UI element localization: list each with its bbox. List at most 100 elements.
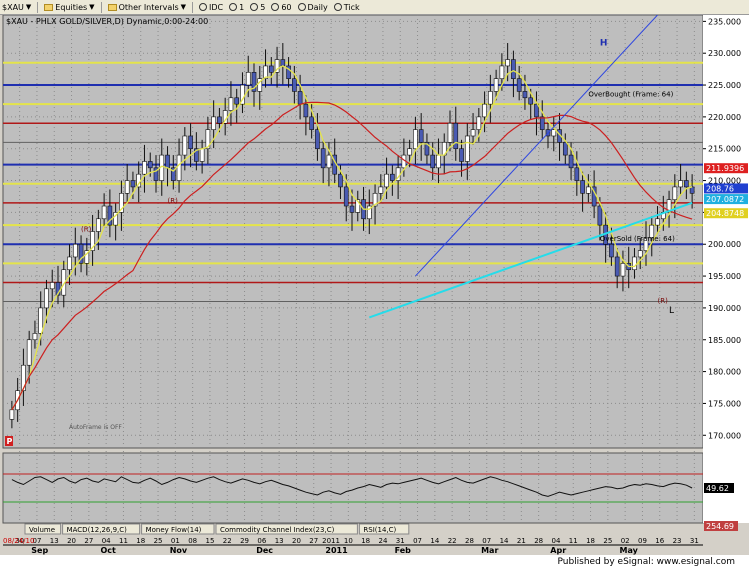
candle-body xyxy=(597,205,603,226)
x-tick-label: 28 xyxy=(534,537,543,545)
x-tick-label: 22 xyxy=(448,537,457,545)
p-marker: P xyxy=(7,437,13,446)
candle-body xyxy=(684,180,689,188)
symbol-selector[interactable]: $XAU ▼ xyxy=(2,3,31,12)
candle-body xyxy=(436,154,441,169)
candle-body xyxy=(280,59,286,67)
candle-body xyxy=(476,116,482,130)
x-tick-label: 15 xyxy=(205,537,214,545)
candle-body xyxy=(315,129,320,150)
candle-body xyxy=(343,186,349,207)
candle-body xyxy=(101,205,107,220)
symbol-label: $XAU xyxy=(2,2,24,12)
candle-body xyxy=(268,65,274,73)
x-tick-label: 22 xyxy=(223,537,232,545)
candle-body xyxy=(407,148,412,156)
x-tick-label: 11 xyxy=(569,537,578,545)
interval-5-button[interactable]: 5 xyxy=(250,3,265,12)
candle-body xyxy=(182,135,188,156)
y-tick-label: 190.000 xyxy=(708,304,741,313)
r-marker: (R) xyxy=(658,297,669,305)
x-tick-label: 21 xyxy=(517,537,526,545)
candle-body xyxy=(637,250,643,258)
clock-icon xyxy=(250,3,259,11)
candle-body xyxy=(447,122,453,143)
x-tick-label: 07 xyxy=(413,537,422,545)
clock-icon xyxy=(199,3,208,11)
candle-body xyxy=(309,116,314,130)
clock-icon xyxy=(229,3,238,11)
x-tick-label: 27 xyxy=(84,537,93,545)
x-tick-label: 18 xyxy=(136,537,145,545)
divider xyxy=(37,1,39,13)
candle-body xyxy=(349,205,355,213)
high-marker: H xyxy=(600,39,608,49)
interval-daily-button[interactable]: Daily xyxy=(297,2,328,12)
candle-body xyxy=(430,154,436,169)
clock-icon xyxy=(333,3,342,11)
first-date-label: 08/24/10 xyxy=(3,537,34,545)
candle-body xyxy=(488,91,493,105)
candle-body xyxy=(413,129,418,150)
candle-body xyxy=(482,103,487,118)
candle-body xyxy=(609,243,614,258)
x-tick-label: 13 xyxy=(275,537,284,545)
candle-body xyxy=(234,97,240,105)
y-tick-label: 180.000 xyxy=(708,368,741,377)
x-tick-label: 04 xyxy=(102,537,111,545)
candle-body xyxy=(32,333,38,341)
candle-body xyxy=(562,142,568,156)
candle-body xyxy=(9,409,15,420)
price-panel xyxy=(2,15,704,449)
candle-body xyxy=(124,180,130,194)
price-label: 207.0872 xyxy=(706,195,744,204)
candle-body xyxy=(568,154,574,169)
month-label: Oct xyxy=(101,546,117,555)
r-marker: (R) xyxy=(81,226,92,234)
x-tick-label: 06 xyxy=(257,537,266,545)
toolbar: $XAU ▼ Equities ▼ Other Intervals ▼ IDC … xyxy=(0,0,749,15)
rsi-price-label: 254.69 xyxy=(706,522,734,531)
x-tick-label: 24 xyxy=(378,537,387,545)
month-label: Sep xyxy=(31,546,48,555)
x-tick-label: 20 xyxy=(67,537,76,545)
indicator-tab-label: Commodity Channel Index(23,C) xyxy=(220,526,335,534)
source-button[interactable]: IDC xyxy=(199,3,223,12)
clock-icon xyxy=(271,3,280,11)
candle-body xyxy=(632,256,637,271)
y-tick-label: 230.000 xyxy=(708,49,741,58)
candle-body xyxy=(384,173,389,188)
candle-body xyxy=(292,78,297,92)
y-tick-label: 200.000 xyxy=(708,240,741,249)
price-chart[interactable]: 170.000 175.000 180.000 185.000 190.000 195.0… xyxy=(0,15,749,555)
interval-label: Tick xyxy=(343,2,360,12)
chevron-down-icon: ▼ xyxy=(25,3,32,11)
oversold-label: OverSold (Frame: 64) xyxy=(600,235,675,243)
folder-icon xyxy=(107,3,117,11)
candle-body xyxy=(303,103,309,118)
interval-1-button[interactable]: 1 xyxy=(229,3,244,12)
candle-body xyxy=(378,186,384,194)
footer: Published by eSignal: www.esignal.com xyxy=(0,555,749,570)
other-intervals-button[interactable]: Other Intervals ▼ xyxy=(107,2,186,12)
x-tick-label: 28 xyxy=(465,537,474,545)
price-label: 208.76 xyxy=(706,184,734,193)
interval-60-button[interactable]: 60 xyxy=(271,2,292,12)
interval-tick-button[interactable]: Tick xyxy=(333,2,360,12)
candle-body xyxy=(130,180,136,188)
equities-button[interactable]: Equities ▼ xyxy=(44,2,95,12)
candle-body xyxy=(38,307,44,334)
candle-body xyxy=(499,65,505,79)
candle-body xyxy=(390,173,395,181)
interval-label: 60 xyxy=(281,2,292,12)
y-tick-label: 195.000 xyxy=(708,272,741,281)
candle-body xyxy=(67,256,72,271)
other-intervals-label: Other Intervals xyxy=(118,2,179,12)
candle-body xyxy=(586,186,591,194)
candle-body xyxy=(522,91,528,99)
candle-body xyxy=(580,180,585,194)
equities-label: Equities xyxy=(55,2,88,12)
x-tick-label: 31 xyxy=(690,537,699,545)
interval-label: Daily xyxy=(307,2,328,12)
rsi-value-label: 49.62 xyxy=(706,484,729,493)
